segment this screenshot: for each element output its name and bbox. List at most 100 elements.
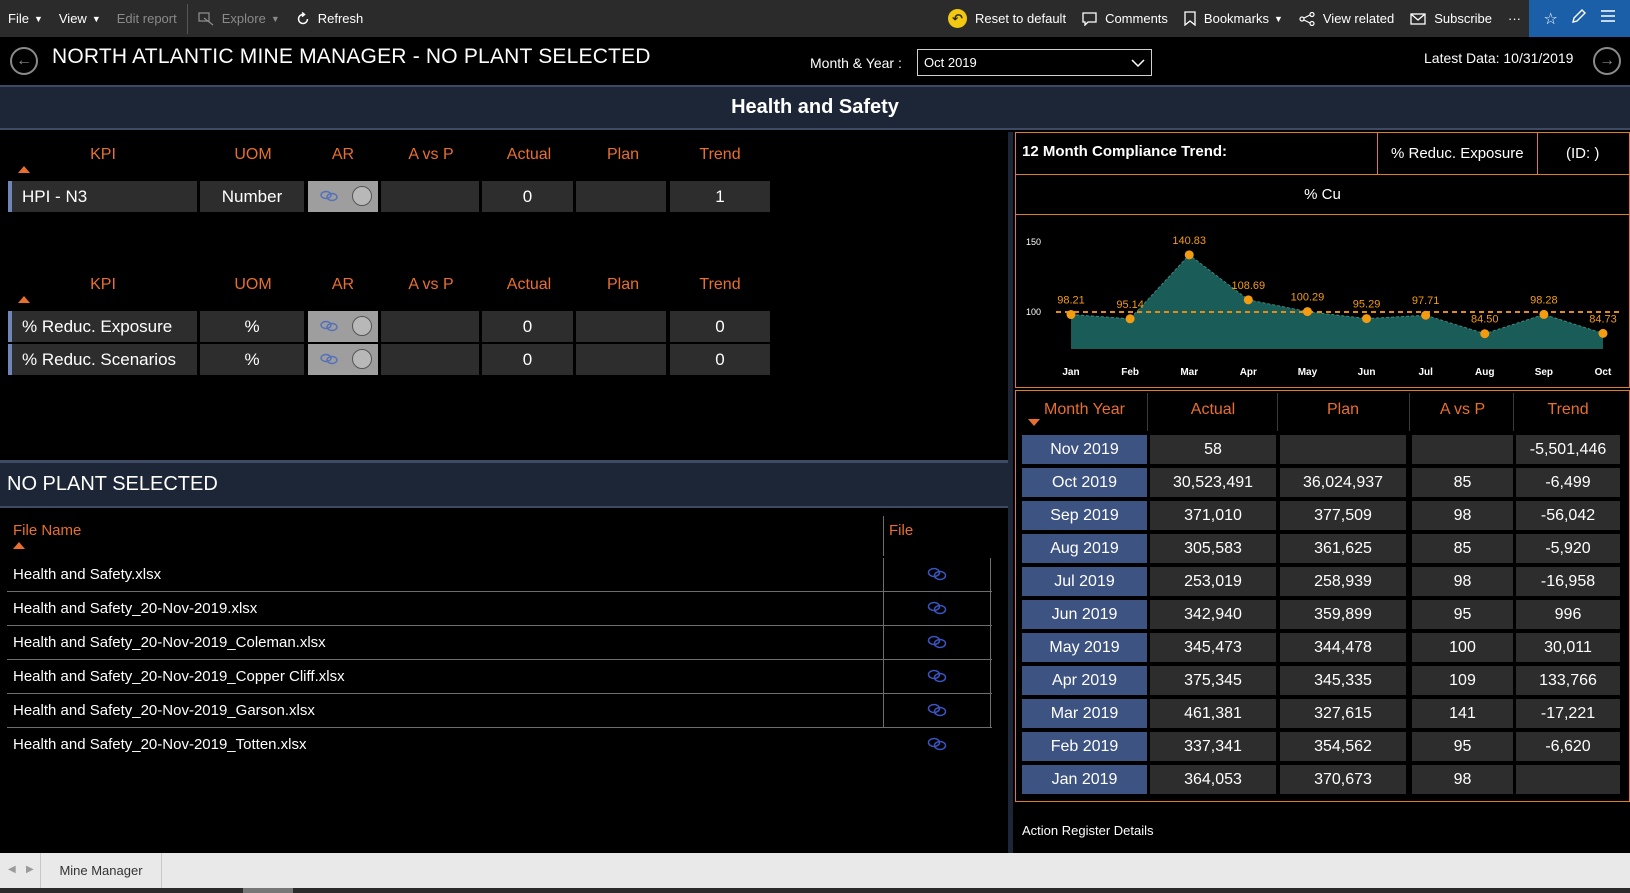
month-cell[interactable]: Mar 2019 <box>1022 699 1147 728</box>
explore-label: Explore <box>221 11 266 26</box>
more-options-button[interactable]: ··· <box>1500 0 1529 37</box>
month-cell[interactable]: Feb 2019 <box>1022 732 1147 761</box>
list-icon[interactable] <box>1600 9 1616 28</box>
link-icon[interactable] <box>927 635 947 654</box>
horizontal-scrollbar[interactable] <box>0 888 1630 893</box>
chart-data-point <box>1598 328 1608 338</box>
column-header-plan[interactable]: Plan <box>588 276 658 294</box>
column-header-trend[interactable]: Trend <box>1516 401 1620 419</box>
month-cell[interactable]: Jan 2019 <box>1022 765 1147 794</box>
sort-ascending-icon[interactable] <box>18 166 30 173</box>
link-icon[interactable] <box>927 669 947 688</box>
kpi-ar-toggle[interactable] <box>308 344 378 375</box>
file-row: Health and Safety_20-Nov-2019_Copper Cli… <box>7 660 992 694</box>
column-header-actual[interactable]: Actual <box>1150 401 1276 419</box>
column-header-kpi[interactable]: KPI <box>68 146 138 164</box>
link-icon[interactable] <box>927 567 947 586</box>
month-year-dropdown[interactable]: Oct 2019 <box>917 49 1152 76</box>
file-menu[interactable]: File ▼ <box>0 0 51 37</box>
subscribe-button[interactable]: Subscribe <box>1402 0 1500 37</box>
value-cell: 305,583 <box>1150 534 1276 563</box>
chevron-right-icon[interactable]: ▶ <box>26 864 34 875</box>
bookmark-icon <box>1184 11 1196 26</box>
files-table-header: File Name File <box>7 512 992 558</box>
sort-ascending-icon[interactable] <box>13 542 25 549</box>
column-divider <box>1147 393 1148 431</box>
chevron-down-icon <box>1131 55 1145 70</box>
reset-to-default-button[interactable]: ↶ Reset to default <box>940 0 1074 37</box>
column-header-plan[interactable]: Plan <box>588 146 658 164</box>
action-register-details[interactable]: Action Register Details <box>1022 823 1154 838</box>
column-header-ar[interactable]: AR <box>308 276 378 294</box>
panel-divider <box>1008 132 1013 853</box>
column-header-kpi[interactable]: KPI <box>68 276 138 294</box>
bookmarks-menu[interactable]: Bookmarks ▼ <box>1176 0 1291 37</box>
month-cell[interactable]: Jun 2019 <box>1022 600 1147 629</box>
value-cell: 95 <box>1412 600 1513 629</box>
value-cell: 359,899 <box>1280 600 1406 629</box>
value-cell: 100 <box>1412 633 1513 662</box>
link-icon[interactable] <box>927 601 947 620</box>
value-cell: 253,019 <box>1150 567 1276 596</box>
pencil-icon[interactable] <box>1571 8 1587 29</box>
back-arrow-icon[interactable]: ← <box>10 47 38 75</box>
column-header-ar[interactable]: AR <box>308 146 378 164</box>
column-header-a-vs-p[interactable]: A vs P <box>396 276 466 294</box>
column-header-month-year[interactable]: Month Year <box>1022 401 1147 419</box>
value-cell: 337,341 <box>1150 732 1276 761</box>
toggle-knob <box>352 316 372 336</box>
column-header-trend[interactable]: Trend <box>685 276 755 294</box>
column-header-a-vs-p[interactable]: A vs P <box>396 146 466 164</box>
month-cell[interactable]: Oct 2019 <box>1022 468 1147 497</box>
trend-title: 12 Month Compliance Trend: <box>1022 143 1228 160</box>
file-row: Health and Safety_20-Nov-2019_Coleman.xl… <box>7 626 992 660</box>
column-divider <box>1277 393 1278 431</box>
column-header-uom[interactable]: UOM <box>218 276 288 294</box>
month-cell[interactable]: Aug 2019 <box>1022 534 1147 563</box>
chart-data-point <box>1362 314 1372 324</box>
month-cell[interactable]: Jul 2019 <box>1022 567 1147 596</box>
column-header-plan[interactable]: Plan <box>1280 401 1406 419</box>
comments-button[interactable]: Comments <box>1074 0 1176 37</box>
column-header-file-name[interactable]: File Name <box>13 522 81 539</box>
link-icon[interactable] <box>927 737 947 756</box>
value-cell: 36,024,937 <box>1280 468 1406 497</box>
explore-menu[interactable]: Explore ▼ <box>190 0 288 37</box>
chevron-left-icon[interactable]: ◀ <box>8 864 16 875</box>
month-cell[interactable]: Sep 2019 <box>1022 501 1147 530</box>
view-menu[interactable]: View ▼ <box>51 0 109 37</box>
kpi-a-vs-p <box>381 344 479 375</box>
month-cell[interactable]: May 2019 <box>1022 633 1147 662</box>
view-related-button[interactable]: View related <box>1291 0 1402 37</box>
column-header-file[interactable]: File <box>889 522 913 539</box>
kpi-uom: % <box>200 311 304 342</box>
scrollbar-thumb[interactable] <box>243 888 293 893</box>
column-header-a-vs-p[interactable]: A vs P <box>1412 401 1513 419</box>
star-icon[interactable]: ☆ <box>1543 9 1557 29</box>
column-header-actual[interactable]: Actual <box>494 276 564 294</box>
link-icon[interactable] <box>927 703 947 722</box>
refresh-button[interactable]: Refresh <box>288 0 372 37</box>
tab-mine-manager[interactable]: Mine Manager <box>40 853 162 888</box>
value-cell <box>1280 435 1406 464</box>
sort-descending-icon[interactable] <box>1028 419 1040 426</box>
value-cell: -6,620 <box>1516 732 1620 761</box>
value-cell: 30,523,491 <box>1150 468 1276 497</box>
forward-arrow-icon[interactable]: → <box>1593 47 1621 75</box>
link-icon <box>320 187 338 207</box>
kpi-uom: Number <box>200 181 304 212</box>
edit-report-button[interactable]: Edit report <box>109 0 185 37</box>
month-cell[interactable]: Nov 2019 <box>1022 435 1147 464</box>
month-cell[interactable]: Apr 2019 <box>1022 666 1147 695</box>
kpi-ar-toggle[interactable] <box>308 181 378 212</box>
value-cell: 361,625 <box>1280 534 1406 563</box>
sort-ascending-icon[interactable] <box>18 296 30 303</box>
value-cell: 345,473 <box>1150 633 1276 662</box>
file-row: Health and Safety.xlsx <box>7 558 992 592</box>
column-header-trend[interactable]: Trend <box>685 146 755 164</box>
chart-data-label: 100.29 <box>1291 292 1325 304</box>
chart-y-tick: 100 <box>1026 307 1041 317</box>
column-header-uom[interactable]: UOM <box>218 146 288 164</box>
kpi-ar-toggle[interactable] <box>308 311 378 342</box>
column-header-actual[interactable]: Actual <box>494 146 564 164</box>
